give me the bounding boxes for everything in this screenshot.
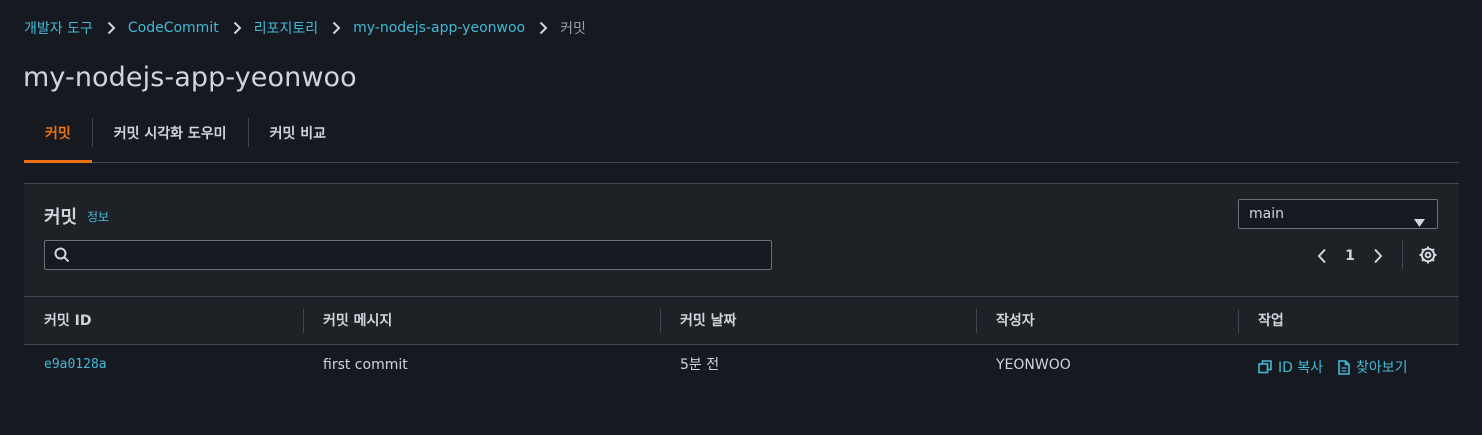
breadcrumb-developer-tools[interactable]: 개발자 도구 [24, 18, 93, 38]
search-input[interactable] [79, 241, 759, 269]
breadcrumb-repositories[interactable]: 리포지토리 [254, 18, 318, 38]
column-divider [660, 309, 661, 333]
pagination: 1 [1310, 244, 1390, 268]
caret-down-icon [1414, 210, 1425, 238]
commit-author: YEONWOO [996, 357, 1071, 373]
search-icon [54, 247, 70, 267]
table-row: e9a0128a first commit 5분 전 YEONWOO ID 복사… [24, 345, 1459, 385]
commit-id-link[interactable]: e9a0128a [44, 345, 107, 385]
chevron-right-icon[interactable] [1366, 244, 1390, 268]
search-box [44, 240, 772, 270]
tab-compare-commits[interactable]: 커밋 비교 [249, 104, 347, 162]
panel-title: 커밋 [44, 207, 78, 228]
page-number[interactable]: 1 [1334, 248, 1366, 264]
copy-id-label: ID 복사 [1278, 360, 1324, 376]
breadcrumb-current: 커밋 [560, 21, 586, 37]
chevron-right-icon [332, 21, 341, 35]
commit-date: 5분 전 [680, 357, 720, 373]
column-divider [976, 309, 977, 333]
gear-icon[interactable] [1418, 245, 1438, 265]
panel-header: 커밋 정보 main 1 [24, 184, 1459, 296]
column-header-date[interactable]: 커밋 날짜 [680, 297, 736, 345]
breadcrumb-codecommit[interactable]: CodeCommit [128, 20, 219, 36]
copy-id-button[interactable]: ID 복사 [1258, 357, 1323, 377]
column-divider [1238, 309, 1239, 333]
chevron-right-icon [107, 21, 116, 35]
browse-label: 찾아보기 [1356, 360, 1408, 376]
column-header-message[interactable]: 커밋 메시지 [323, 297, 392, 345]
breadcrumb: 개발자 도구 CodeCommit 리포지토리 my-nodejs-app-ye… [24, 18, 586, 38]
tab-commits[interactable]: 커밋 [24, 104, 92, 163]
browse-button[interactable]: 찾아보기 [1338, 357, 1408, 377]
breadcrumb-repository[interactable]: my-nodejs-app-yeonwoo [353, 20, 525, 36]
table-header: 커밋 ID 커밋 메시지 커밋 날짜 작성자 작업 [24, 296, 1459, 345]
commit-message: first commit [323, 357, 408, 373]
column-header-commit-id[interactable]: 커밋 ID [44, 297, 91, 345]
copy-icon [1258, 360, 1272, 374]
commits-panel: 커밋 정보 main 1 커밋 ID 커밋 메시지 커밋 날짜 작성자 작업 e… [24, 183, 1459, 385]
chevron-right-icon [233, 21, 242, 35]
branch-select-value: main [1249, 206, 1284, 222]
file-icon [1338, 359, 1350, 375]
tab-commit-visualizer[interactable]: 커밋 시각화 도우미 [93, 104, 248, 162]
column-divider [303, 309, 304, 333]
column-header-author[interactable]: 작성자 [996, 297, 1035, 345]
chevron-left-icon[interactable] [1310, 244, 1334, 268]
chevron-right-icon [539, 21, 548, 35]
tab-bar: 커밋 커밋 시각화 도우미 커밋 비교 [24, 104, 1459, 163]
toolbar-divider [1402, 241, 1403, 269]
page-title: my-nodejs-app-yeonwoo [23, 62, 357, 93]
info-link[interactable]: 정보 [87, 208, 109, 225]
column-header-actions: 작업 [1258, 313, 1284, 329]
branch-select[interactable]: main [1238, 199, 1438, 229]
